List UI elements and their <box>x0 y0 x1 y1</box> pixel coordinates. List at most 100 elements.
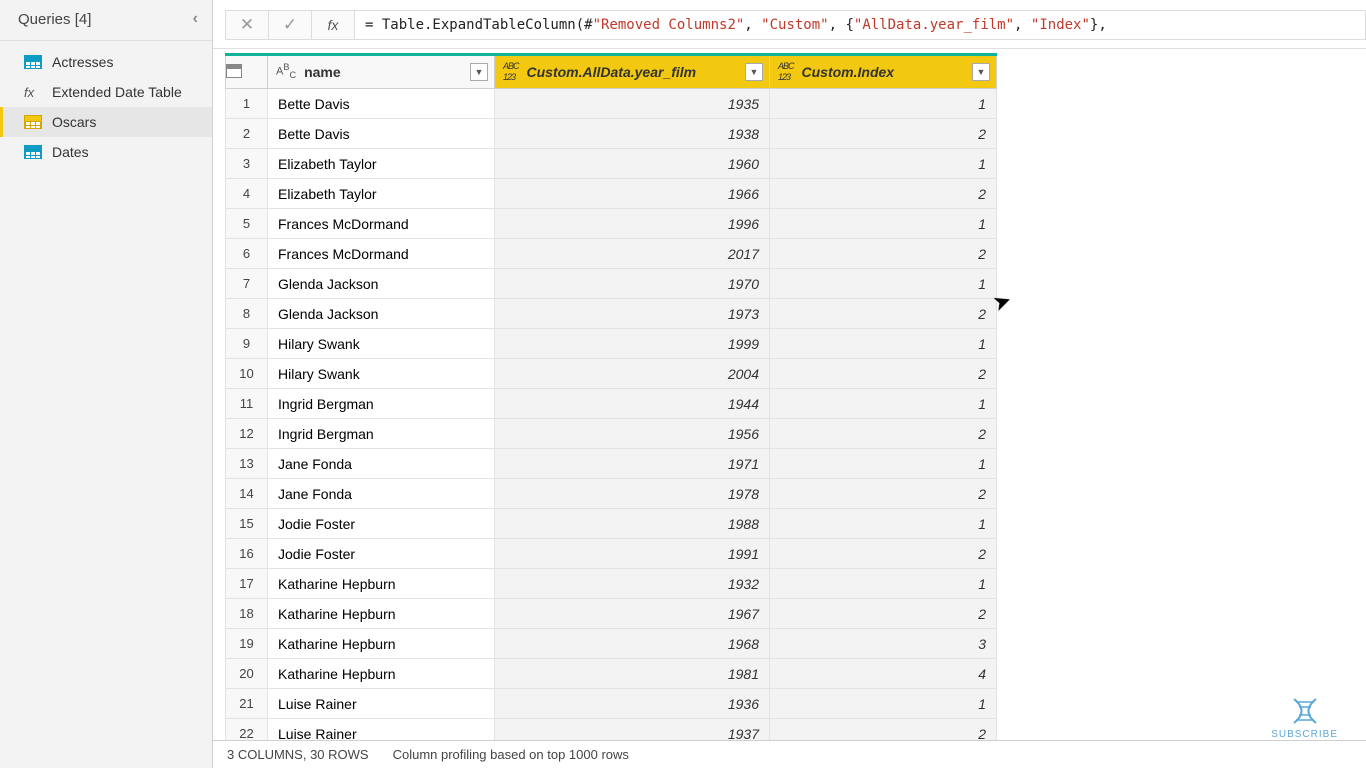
cell-name[interactable]: Frances McDormand <box>268 209 495 239</box>
cell-index[interactable]: 2 <box>770 179 997 209</box>
filter-dropdown-icon[interactable]: ▼ <box>745 63 763 81</box>
cell-index[interactable]: 2 <box>770 539 997 569</box>
cell-name[interactable]: Elizabeth Taylor <box>268 149 495 179</box>
table-row[interactable]: 1Bette Davis19351 <box>226 89 997 119</box>
cell-year[interactable]: 1988 <box>495 509 770 539</box>
cell-index[interactable]: 2 <box>770 599 997 629</box>
cell-name[interactable]: Katharine Hepburn <box>268 569 495 599</box>
cell-index[interactable]: 2 <box>770 359 997 389</box>
cell-year[interactable]: 1937 <box>495 719 770 741</box>
table-row[interactable]: 12Ingrid Bergman19562 <box>226 419 997 449</box>
cell-name[interactable]: Jodie Foster <box>268 509 495 539</box>
cell-name[interactable]: Bette Davis <box>268 119 495 149</box>
table-row[interactable]: 16Jodie Foster19912 <box>226 539 997 569</box>
table-row[interactable]: 22Luise Rainer19372 <box>226 719 997 741</box>
table-corner-menu[interactable] <box>226 55 268 89</box>
cell-year[interactable]: 1938 <box>495 119 770 149</box>
cell-index[interactable]: 3 <box>770 629 997 659</box>
cell-index[interactable]: 2 <box>770 419 997 449</box>
table-row[interactable]: 8Glenda Jackson19732 <box>226 299 997 329</box>
cell-year[interactable]: 1973 <box>495 299 770 329</box>
table-row[interactable]: 5Frances McDormand19961 <box>226 209 997 239</box>
filter-dropdown-icon[interactable]: ▼ <box>470 63 488 81</box>
table-row[interactable]: 14Jane Fonda19782 <box>226 479 997 509</box>
cell-name[interactable]: Katharine Hepburn <box>268 629 495 659</box>
cell-year[interactable]: 1978 <box>495 479 770 509</box>
cell-name[interactable]: Glenda Jackson <box>268 269 495 299</box>
cell-name[interactable]: Ingrid Bergman <box>268 389 495 419</box>
cell-name[interactable]: Jane Fonda <box>268 479 495 509</box>
cell-index[interactable]: 2 <box>770 479 997 509</box>
cell-name[interactable]: Frances McDormand <box>268 239 495 269</box>
cell-year[interactable]: 1971 <box>495 449 770 479</box>
query-item-extended-date-table[interactable]: fx Extended Date Table <box>0 77 212 107</box>
cell-index[interactable]: 1 <box>770 329 997 359</box>
cell-year[interactable]: 1991 <box>495 539 770 569</box>
cell-index[interactable]: 1 <box>770 149 997 179</box>
cell-name[interactable]: Katharine Hepburn <box>268 659 495 689</box>
cell-year[interactable]: 1981 <box>495 659 770 689</box>
collapse-sidebar-icon[interactable]: ‹ <box>193 10 198 28</box>
column-header-year-film[interactable]: ABC123 Custom.AllData.year_film ▼ <box>495 55 770 89</box>
table-row[interactable]: 18Katharine Hepburn19672 <box>226 599 997 629</box>
cancel-formula-button[interactable]: ✕ <box>225 10 269 40</box>
cell-name[interactable]: Luise Rainer <box>268 689 495 719</box>
cell-year[interactable]: 1956 <box>495 419 770 449</box>
table-row[interactable]: 17Katharine Hepburn19321 <box>226 569 997 599</box>
cell-year[interactable]: 1936 <box>495 689 770 719</box>
table-row[interactable]: 3Elizabeth Taylor19601 <box>226 149 997 179</box>
cell-index[interactable]: 2 <box>770 239 997 269</box>
table-row[interactable]: 13Jane Fonda19711 <box>226 449 997 479</box>
cell-index[interactable]: 1 <box>770 569 997 599</box>
table-row[interactable]: 15Jodie Foster19881 <box>226 509 997 539</box>
table-row[interactable]: 7Glenda Jackson19701 <box>226 269 997 299</box>
cell-year[interactable]: 2004 <box>495 359 770 389</box>
cell-index[interactable]: 1 <box>770 449 997 479</box>
cell-name[interactable]: Luise Rainer <box>268 719 495 741</box>
cell-year[interactable]: 1999 <box>495 329 770 359</box>
cell-year[interactable]: 1960 <box>495 149 770 179</box>
cell-year[interactable]: 1966 <box>495 179 770 209</box>
table-row[interactable]: 2Bette Davis19382 <box>226 119 997 149</box>
cell-name[interactable]: Hilary Swank <box>268 329 495 359</box>
column-header-name[interactable]: ABC name ▼ <box>268 55 495 89</box>
cell-name[interactable]: Ingrid Bergman <box>268 419 495 449</box>
cell-year[interactable]: 2017 <box>495 239 770 269</box>
cell-year[interactable]: 1944 <box>495 389 770 419</box>
cell-name[interactable]: Jane Fonda <box>268 449 495 479</box>
cell-index[interactable]: 1 <box>770 389 997 419</box>
cell-year[interactable]: 1935 <box>495 89 770 119</box>
query-item-dates[interactable]: Dates <box>0 137 212 167</box>
cell-year[interactable]: 1968 <box>495 629 770 659</box>
table-row[interactable]: 4Elizabeth Taylor19662 <box>226 179 997 209</box>
table-row[interactable]: 10Hilary Swank20042 <box>226 359 997 389</box>
cell-index[interactable]: 2 <box>770 119 997 149</box>
cell-name[interactable]: Katharine Hepburn <box>268 599 495 629</box>
query-item-actresses[interactable]: Actresses <box>0 47 212 77</box>
table-row[interactable]: 9Hilary Swank19991 <box>226 329 997 359</box>
cell-index[interactable]: 1 <box>770 209 997 239</box>
cell-index[interactable]: 1 <box>770 689 997 719</box>
formula-input[interactable]: = Table.ExpandTableColumn(#"Removed Colu… <box>354 10 1366 40</box>
table-row[interactable]: 21Luise Rainer19361 <box>226 689 997 719</box>
cell-index[interactable]: 1 <box>770 89 997 119</box>
cell-index[interactable]: 1 <box>770 269 997 299</box>
cell-name[interactable]: Hilary Swank <box>268 359 495 389</box>
table-row[interactable]: 19Katharine Hepburn19683 <box>226 629 997 659</box>
confirm-formula-button[interactable]: ✓ <box>268 10 312 40</box>
cell-name[interactable]: Glenda Jackson <box>268 299 495 329</box>
query-item-oscars[interactable]: Oscars <box>0 107 212 137</box>
cell-name[interactable]: Elizabeth Taylor <box>268 179 495 209</box>
cell-year[interactable]: 1970 <box>495 269 770 299</box>
table-row[interactable]: 6Frances McDormand20172 <box>226 239 997 269</box>
cell-index[interactable]: 2 <box>770 719 997 741</box>
cell-year[interactable]: 1932 <box>495 569 770 599</box>
cell-name[interactable]: Bette Davis <box>268 89 495 119</box>
cell-name[interactable]: Jodie Foster <box>268 539 495 569</box>
cell-index[interactable]: 2 <box>770 299 997 329</box>
cell-index[interactable]: 1 <box>770 509 997 539</box>
cell-index[interactable]: 4 <box>770 659 997 689</box>
fx-button[interactable]: fx <box>311 10 355 40</box>
cell-year[interactable]: 1967 <box>495 599 770 629</box>
cell-year[interactable]: 1996 <box>495 209 770 239</box>
